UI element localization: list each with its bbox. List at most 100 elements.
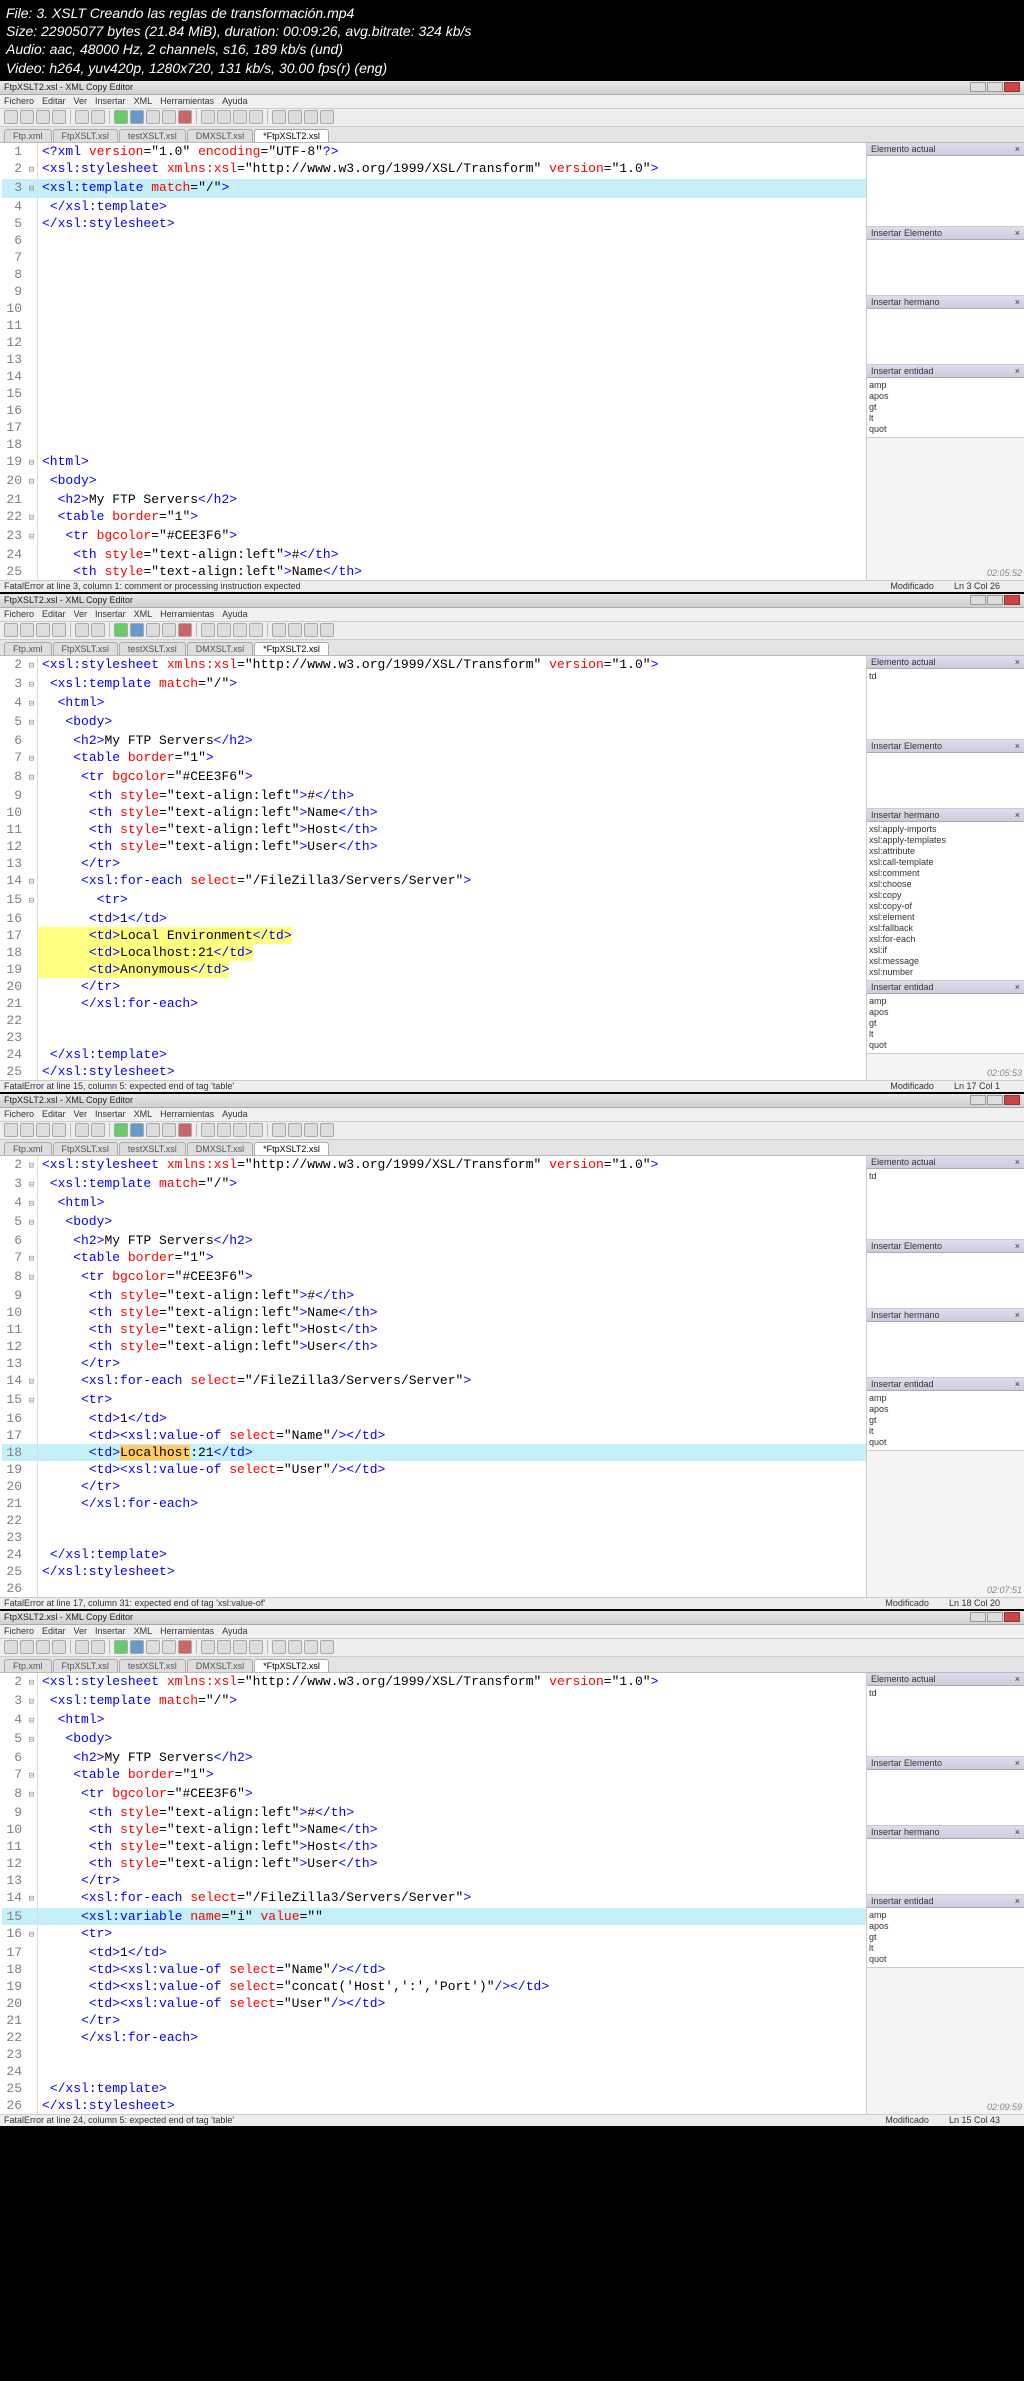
code-line[interactable]: 21 </tr> — [2, 2012, 866, 2029]
code-line[interactable]: 8 <tr bgcolor="#CEE3F6"> — [2, 1785, 866, 1804]
toolbar-icon[interactable] — [146, 1123, 160, 1137]
toolbar-icon[interactable] — [52, 623, 66, 637]
toolbar[interactable] — [0, 1639, 1024, 1657]
toolbar-icon[interactable] — [4, 623, 18, 637]
toolbar-icon[interactable] — [249, 623, 263, 637]
fold-icon[interactable] — [26, 787, 38, 804]
code-line[interactable]: 10 <th style="text-align:left">Name</th> — [2, 1304, 866, 1321]
code-line[interactable]: 7 <table border="1"> — [2, 1249, 866, 1268]
code-line[interactable]: 25 </xsl:stylesheet> — [2, 1563, 866, 1580]
panel-header[interactable]: Elemento actual× — [867, 143, 1024, 156]
fold-icon[interactable] — [26, 1304, 38, 1321]
toolbar-icon[interactable] — [52, 1123, 66, 1137]
code-line[interactable]: 17 — [2, 419, 866, 436]
file-tab[interactable]: *FtpXSLT2.xsl — [254, 1142, 329, 1155]
code-line[interactable]: 20 <body> — [2, 472, 866, 491]
code-line[interactable]: 7 <table border="1"> — [2, 1766, 866, 1785]
code-line[interactable]: 4 </xsl:template> — [2, 198, 866, 215]
fold-icon[interactable] — [26, 453, 38, 472]
panel-header[interactable]: Insertar hermano× — [867, 1826, 1024, 1839]
fold-icon[interactable] — [26, 694, 38, 713]
panel-header[interactable]: Insertar Elemento× — [867, 740, 1024, 753]
code-line[interactable]: 7 <table border="1"> — [2, 749, 866, 768]
file-tab[interactable]: DMXSLT.xsl — [187, 129, 253, 142]
fold-icon[interactable] — [26, 1063, 38, 1080]
toolbar-icon[interactable] — [320, 110, 334, 124]
toolbar-icon[interactable] — [146, 1640, 160, 1654]
menu-bar[interactable]: FicheroEditarVerInsertarXMLHerramientasA… — [0, 1625, 1024, 1639]
toolbar-icon[interactable] — [272, 1123, 286, 1137]
file-tab[interactable]: FtpXSLT.xsl — [53, 129, 118, 142]
code-line[interactable]: 9 <th style="text-align:left">#</th> — [2, 787, 866, 804]
fold-icon[interactable] — [26, 472, 38, 491]
menu-item[interactable]: Insertar — [95, 1109, 126, 1119]
toolbar-icon[interactable] — [320, 623, 334, 637]
fold-icon[interactable] — [26, 1872, 38, 1889]
code-line[interactable]: 3 <xsl:template match="/"> — [2, 179, 866, 198]
close-icon[interactable] — [1004, 1095, 1020, 1105]
toolbar-icon[interactable] — [75, 1123, 89, 1137]
menu-item[interactable]: Fichero — [4, 1109, 34, 1119]
toolbar-icon[interactable] — [272, 623, 286, 637]
fold-icon[interactable] — [26, 385, 38, 402]
close-icon[interactable] — [1004, 1612, 1020, 1622]
code-line[interactable]: 22 <table border="1"> — [2, 508, 866, 527]
menu-item[interactable]: Ver — [74, 1109, 88, 1119]
menu-item[interactable]: Ayuda — [222, 1109, 247, 1119]
code-line[interactable]: 5 <body> — [2, 1730, 866, 1749]
code-line[interactable]: 21 </xsl:for-each> — [2, 995, 866, 1012]
code-line[interactable]: 21 <h2>My FTP Servers</h2> — [2, 491, 866, 508]
fold-icon[interactable] — [26, 179, 38, 198]
toolbar-icon[interactable] — [249, 1640, 263, 1654]
minimize-icon[interactable] — [970, 1095, 986, 1105]
fold-icon[interactable] — [26, 1766, 38, 1785]
toolbar-icon[interactable] — [75, 623, 89, 637]
code-line[interactable]: 10 <th style="text-align:left">Name</th> — [2, 804, 866, 821]
fold-icon[interactable] — [26, 1427, 38, 1444]
menu-item[interactable]: Editar — [42, 1109, 66, 1119]
tabs-bar[interactable]: Ftp.xmlFtpXSLT.xsltestXSLT.xslDMXSLT.xsl… — [0, 1657, 1024, 1673]
menu-item[interactable]: Ver — [74, 96, 88, 106]
toolbar[interactable] — [0, 1122, 1024, 1140]
menu-item[interactable]: XML — [134, 1109, 153, 1119]
code-line[interactable]: 12 <th style="text-align:left">User</th> — [2, 1855, 866, 1872]
fold-icon[interactable] — [26, 1785, 38, 1804]
file-tab[interactable]: DMXSLT.xsl — [187, 1142, 253, 1155]
file-tab[interactable]: Ftp.xml — [4, 1659, 52, 1672]
tabs-bar[interactable]: Ftp.xmlFtpXSLT.xsltestXSLT.xslDMXSLT.xsl… — [0, 127, 1024, 143]
panel-header[interactable]: Elemento actual× — [867, 1673, 1024, 1686]
fold-icon[interactable] — [26, 1944, 38, 1961]
tabs-bar[interactable]: Ftp.xmlFtpXSLT.xsltestXSLT.xslDMXSLT.xsl… — [0, 1140, 1024, 1156]
panel-header[interactable]: Insertar hermano× — [867, 809, 1024, 822]
fold-icon[interactable] — [26, 838, 38, 855]
file-tab[interactable]: testXSLT.xsl — [119, 129, 186, 142]
toolbar-icon[interactable] — [130, 1123, 144, 1137]
file-tab[interactable]: testXSLT.xsl — [119, 1142, 186, 1155]
code-line[interactable]: 25 <th style="text-align:left">Name</th> — [2, 563, 866, 580]
code-line[interactable]: 9 — [2, 283, 866, 300]
code-line[interactable]: 11 <th style="text-align:left">Host</th> — [2, 1321, 866, 1338]
panel-header[interactable]: Elemento actual× — [867, 1156, 1024, 1169]
fold-icon[interactable] — [26, 1268, 38, 1287]
code-line[interactable]: 5 </xsl:stylesheet> — [2, 215, 866, 232]
fold-icon[interactable] — [26, 1961, 38, 1978]
toolbar-icon[interactable] — [304, 623, 318, 637]
code-editor[interactable]: 2 <xsl:stylesheet xmlns:xsl="http://www.… — [0, 1673, 866, 2114]
fold-icon[interactable] — [26, 1046, 38, 1063]
fold-icon[interactable] — [26, 1563, 38, 1580]
menu-item[interactable]: XML — [134, 609, 153, 619]
toolbar-icon[interactable] — [217, 1123, 231, 1137]
toolbar-icon[interactable] — [20, 110, 34, 124]
toolbar[interactable] — [0, 622, 1024, 640]
fold-icon[interactable] — [26, 2063, 38, 2080]
fold-icon[interactable] — [26, 1444, 38, 1461]
maximize-icon[interactable] — [987, 595, 1003, 605]
code-line[interactable]: 12 — [2, 334, 866, 351]
menu-item[interactable]: Ver — [74, 609, 88, 619]
toolbar-icon[interactable] — [249, 110, 263, 124]
code-line[interactable]: 4 <html> — [2, 1711, 866, 1730]
toolbar-icon[interactable] — [233, 623, 247, 637]
fold-icon[interactable] — [26, 927, 38, 944]
toolbar-icon[interactable] — [91, 1123, 105, 1137]
fold-icon[interactable] — [26, 1213, 38, 1232]
